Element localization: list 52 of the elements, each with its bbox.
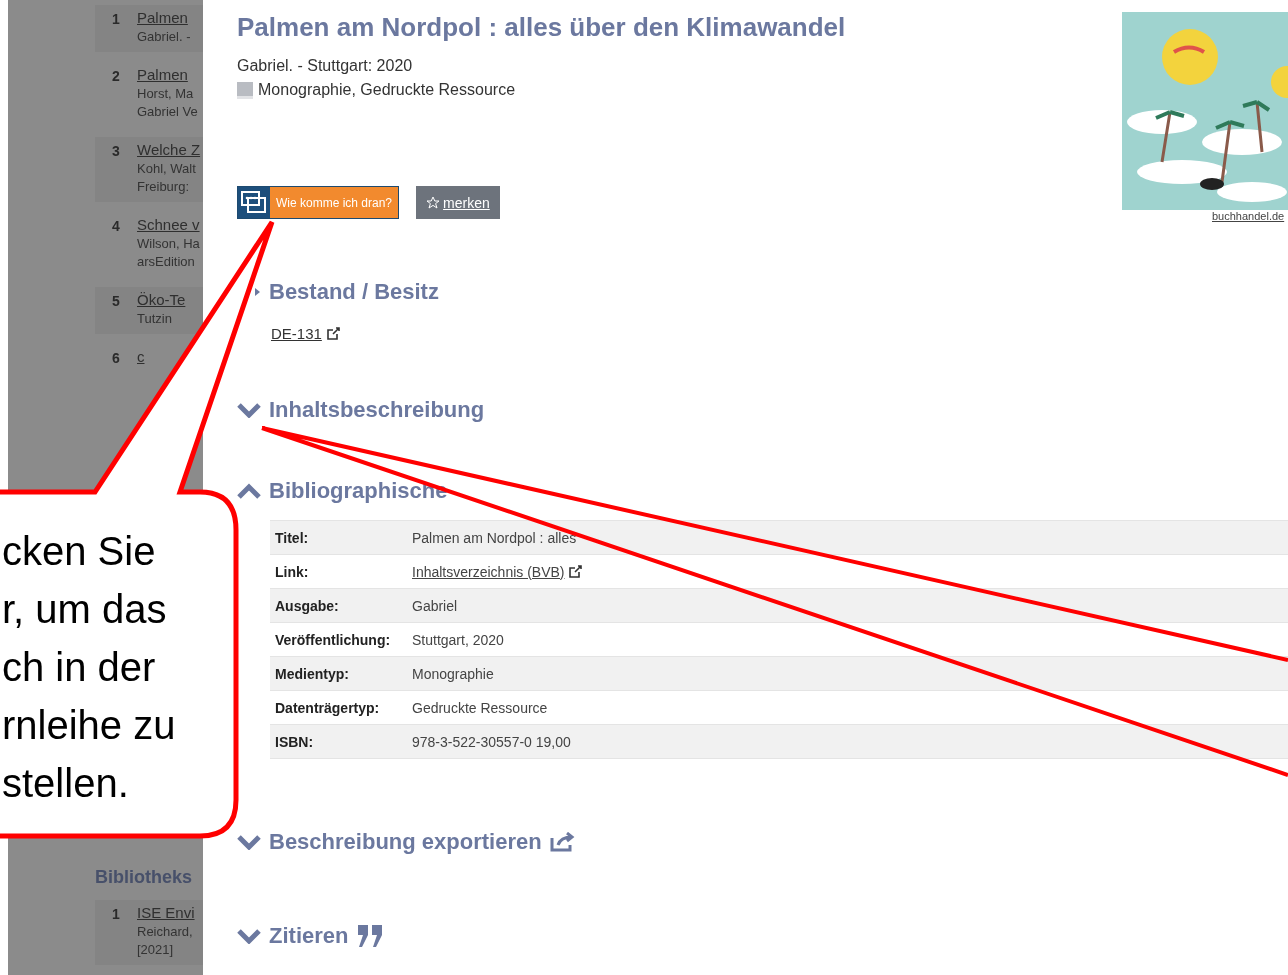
field-value: 978-3-522-30557-0 19,00 bbox=[412, 733, 571, 750]
result-number: 4 bbox=[112, 217, 120, 236]
result-detail: Gabriel Ve bbox=[137, 104, 198, 119]
table-link[interactable]: Inhaltsverzeichnis (BVB) bbox=[412, 563, 582, 580]
result-detail: Freiburg: bbox=[137, 179, 190, 194]
field-value: Monographie bbox=[412, 665, 494, 682]
field-label: Veröffentlichung: bbox=[275, 631, 391, 648]
result-detail: Horst, Ma bbox=[137, 86, 194, 101]
record-title: Palmen am Nordpol : alles über den Klimawandel bbox=[237, 12, 846, 43]
field-label: Medientyp: bbox=[275, 665, 349, 682]
result-detail: Tutzin bbox=[137, 311, 172, 326]
result-title-link[interactable]: Schnee v bbox=[137, 216, 200, 233]
sidebar-heading: Bibliotheks bbox=[95, 867, 193, 888]
section-heading[interactable]: Beschreibung exportieren bbox=[269, 829, 542, 855]
section-heading[interactable]: Zitieren bbox=[269, 923, 349, 949]
publisher-line: Gabriel. - Stuttgart: 2020 bbox=[237, 57, 413, 75]
result-number: 1 bbox=[112, 905, 120, 924]
media-type: Monographie, Gedruckte Ressource bbox=[258, 81, 516, 99]
result-title-link[interactable]: ISE Envi bbox=[137, 904, 195, 921]
field-value: Gedruckte Ressource bbox=[412, 699, 548, 716]
result-detail: Gabriel. - bbox=[137, 29, 191, 44]
field-label: Link: bbox=[275, 563, 309, 580]
result-detail: [2021] bbox=[137, 942, 174, 957]
section-heading[interactable]: Bestand / Besitz bbox=[269, 279, 439, 305]
result-number: 5 bbox=[112, 292, 120, 311]
result-number: 6 bbox=[112, 349, 120, 366]
callout-text: cken Sie r, um das ch in der rnleihe zu stellen. bbox=[2, 528, 176, 807]
field-label: ISBN: bbox=[275, 733, 314, 750]
field-label: Titel: bbox=[275, 529, 309, 546]
field-value: Stuttgart, 2020 bbox=[412, 631, 504, 648]
field-value: Gabriel bbox=[412, 597, 458, 614]
result-title-link[interactable]: Palmen bbox=[137, 66, 188, 83]
image-source-link[interactable]: buchhandel.de bbox=[1212, 210, 1285, 222]
access-button[interactable]: Wie komme ich dran? bbox=[237, 186, 400, 219]
result-detail: Reichard, bbox=[137, 924, 193, 939]
section-heading[interactable]: Inhaltsbeschreibung bbox=[269, 397, 485, 423]
result-title-link[interactable]: c bbox=[137, 348, 145, 365]
result-detail: arsEdition bbox=[137, 254, 195, 269]
result-number: 2 bbox=[112, 67, 120, 86]
result-detail: Wilson, Ha bbox=[137, 236, 200, 251]
result-title-link[interactable]: Palmen bbox=[137, 9, 188, 26]
field-value: Palmen am Nordpol : alles bbox=[412, 529, 577, 546]
result-title-link[interactable]: Welche Z bbox=[137, 141, 201, 158]
section-heading[interactable]: Bibliographische bbox=[269, 478, 448, 504]
holding-link[interactable]: DE-131 bbox=[271, 325, 340, 342]
field-label: Ausgabe: bbox=[275, 597, 339, 614]
field-label: Datenträgertyp: bbox=[275, 699, 380, 716]
result-number: 1 bbox=[112, 10, 120, 29]
result-detail: Kohl, Walt bbox=[137, 161, 196, 176]
result-title-link[interactable]: Öko-Te bbox=[137, 291, 186, 308]
bookmark-button[interactable]: merken bbox=[416, 186, 500, 219]
result-number: 3 bbox=[112, 142, 120, 161]
